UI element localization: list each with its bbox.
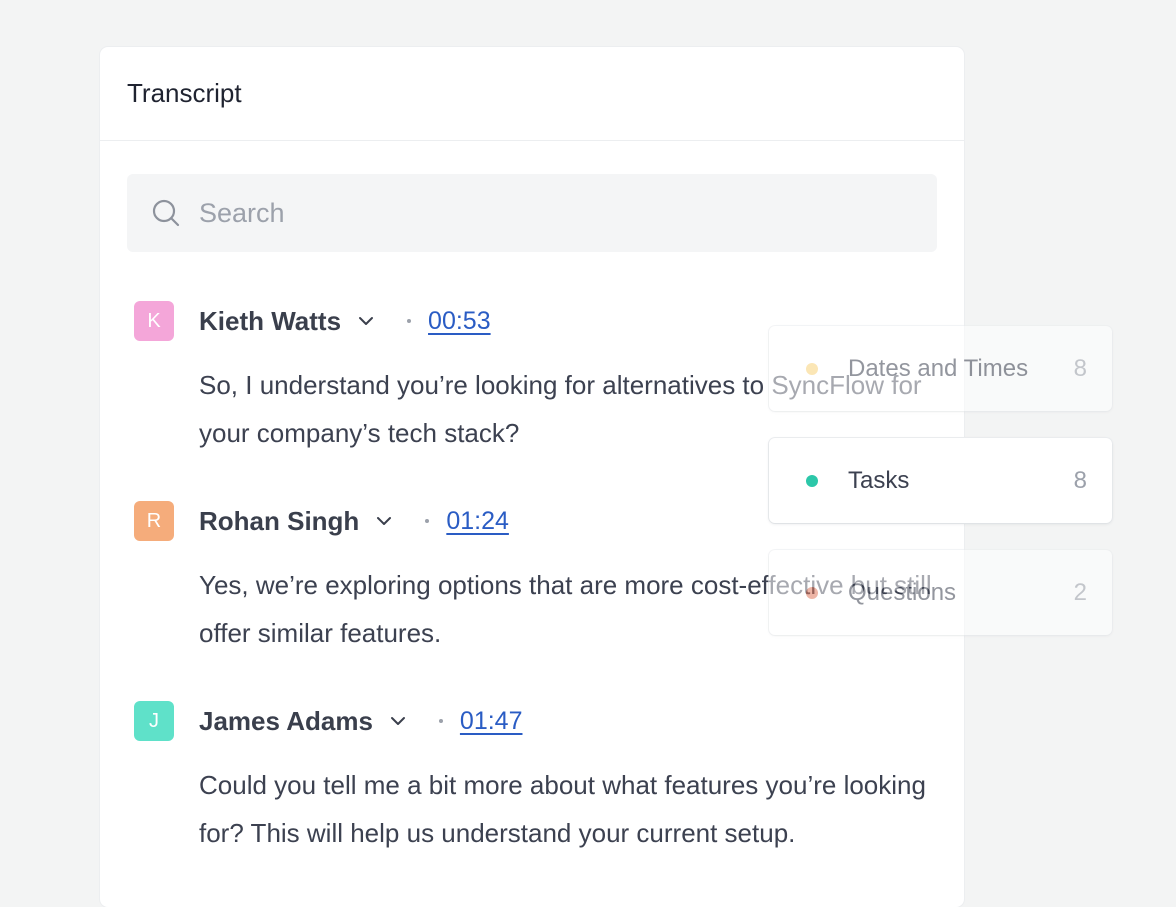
search-input[interactable] [197,196,901,230]
search-icon [152,199,180,227]
tag-color-dot [806,586,818,599]
tag-card-dates-and-times[interactable]: Dates and Times 8 [769,326,1112,411]
tag-color-dot [806,362,818,375]
search-bar[interactable] [127,174,937,252]
tag-card-tasks[interactable]: Tasks 8 [769,438,1112,523]
tag-label: Tasks [848,466,910,494]
avatar: R [134,501,174,541]
speaker-name: James Adams [199,705,373,736]
entry-text: Could you tell me a bit more about what … [199,770,926,848]
tag-count: 8 [1073,466,1087,494]
panel-header: Transcript [100,47,964,141]
entry-header: J James Adams 01:47 [134,701,934,741]
tag-count: 8 [1073,354,1087,382]
chevron-down-icon[interactable] [375,512,393,530]
avatar: J [134,701,174,741]
avatar-initial: J [149,709,159,732]
tag-label: Questions [848,578,957,606]
speaker-name: Rohan Singh [199,505,360,536]
timestamp-link[interactable]: 01:24 [446,507,509,536]
tag-card-questions[interactable]: Questions 2 [769,550,1112,635]
transcript-entry: J James Adams 01:47 Could you tell me a … [134,701,934,857]
avatar: K [134,301,174,341]
panel-title: Transcript [127,78,242,108]
speaker-name: Kieth Watts [199,305,342,336]
chevron-down-icon[interactable] [357,312,375,330]
tag-label: Dates and Times [848,354,1029,382]
tag-count: 2 [1073,578,1087,606]
separator-dot [438,719,443,723]
avatar-initial: R [146,509,162,532]
separator-dot [425,519,430,523]
avatar-initial: K [147,309,161,332]
timestamp-link[interactable]: 01:47 [460,707,523,736]
separator-dot [407,319,412,323]
chevron-down-icon[interactable] [389,712,407,730]
tag-color-dot [806,474,818,487]
timestamp-link[interactable]: 00:53 [428,307,491,336]
